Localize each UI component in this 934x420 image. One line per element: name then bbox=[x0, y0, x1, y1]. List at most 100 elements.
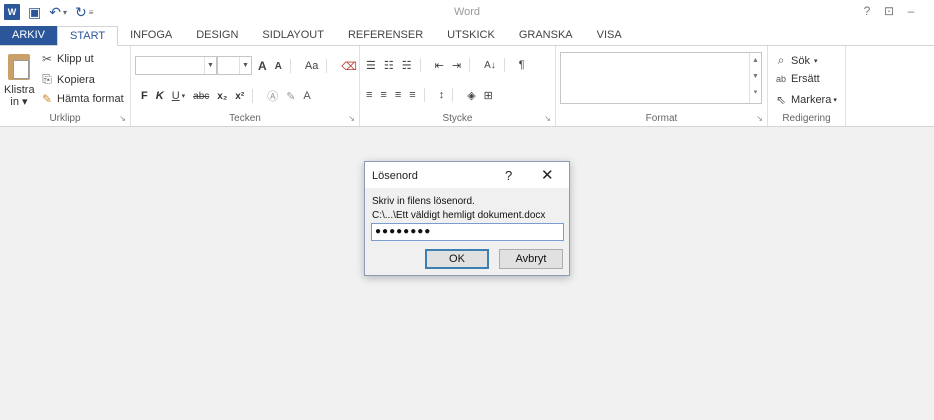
copy-button[interactable]: ⎘ Kopiera bbox=[40, 72, 95, 87]
replace-button[interactable]: ab Ersätt bbox=[774, 73, 820, 85]
scissors-icon: ✂ bbox=[41, 52, 53, 66]
chevron-down-icon: ▾ bbox=[813, 57, 818, 65]
bullets-icon[interactable]: ☰ bbox=[366, 59, 376, 72]
text-effects-icon[interactable]: Ⓐ bbox=[267, 88, 278, 104]
font-color-icon[interactable]: A bbox=[303, 90, 310, 102]
divider bbox=[423, 88, 425, 102]
styles-gallery[interactable]: ▲ ▼ ▾ bbox=[560, 52, 762, 104]
chevron-down-icon[interactable]: ▼ bbox=[750, 69, 761, 85]
strikethrough-button[interactable]: abc bbox=[193, 91, 209, 102]
paragraph-row-1: ☰ ☷ ☵ ⇤ ⇥ A↓ ¶ bbox=[366, 58, 533, 72]
paste-icon[interactable] bbox=[8, 54, 30, 80]
tab-utskick[interactable]: UTSKICK bbox=[435, 26, 507, 45]
cursor-icon: ⇖ bbox=[775, 93, 787, 107]
tab-design[interactable]: DESIGN bbox=[184, 26, 250, 45]
select-button[interactable]: ⇖ Markera ▾ bbox=[774, 93, 837, 107]
tab-infoga[interactable]: INFOGA bbox=[118, 26, 184, 45]
brush-icon: ✎ bbox=[41, 92, 53, 106]
chevron-down-icon[interactable]: ▾ bbox=[182, 92, 186, 100]
increase-indent-icon[interactable]: ⇥ bbox=[452, 59, 461, 72]
replace-label: Ersätt bbox=[791, 73, 820, 85]
chevron-down-icon[interactable]: ▼ bbox=[204, 57, 216, 74]
ribbon-tabs: ARKIV START INFOGA DESIGN SIDLAYOUT REFE… bbox=[0, 26, 934, 46]
sort-button[interactable]: A↓ bbox=[484, 60, 496, 71]
shading-icon[interactable]: ◈ bbox=[467, 89, 475, 102]
highlight-icon[interactable]: ✎ bbox=[286, 90, 295, 103]
paragraph-group: ☰ ☷ ☵ ⇤ ⇥ A↓ ¶ ≡ ≡ ≡ ≡ ↕ ◈ ⊞ Stycke ↘ bbox=[360, 46, 556, 126]
shrink-font-button[interactable]: A bbox=[275, 61, 282, 72]
password-dialog: Lösenord ? ✕ Skriv in filens lösenord. C… bbox=[364, 161, 570, 276]
file-path: C:\...\Ett väldigt hemligt dokument.docx bbox=[372, 210, 546, 221]
decrease-indent-icon[interactable]: ⇤ bbox=[435, 59, 444, 72]
subscript-button[interactable]: x₂ bbox=[217, 91, 227, 102]
close-icon[interactable]: ✕ bbox=[541, 166, 554, 184]
font-size-tools: A A Aa ⌫ bbox=[258, 59, 365, 73]
clear-formatting-icon[interactable]: ⌫ bbox=[341, 60, 357, 73]
paste-button[interactable]: Klistra in ▾ bbox=[4, 84, 35, 108]
superscript-button[interactable]: x² bbox=[235, 91, 244, 102]
help-icon[interactable]: ? bbox=[505, 168, 512, 183]
line-spacing-icon[interactable]: ↕ bbox=[439, 89, 445, 101]
divider bbox=[252, 89, 254, 103]
multilevel-list-icon[interactable]: ☵ bbox=[402, 59, 412, 72]
font-group-label: Tecken bbox=[229, 113, 261, 124]
chevron-down-icon[interactable]: ▼ bbox=[239, 57, 251, 74]
change-case-button[interactable]: Aa bbox=[305, 60, 318, 72]
help-icon[interactable]: ? bbox=[856, 4, 878, 18]
font-group: ▼ ▼ A A Aa ⌫ F K U ▾ abc x₂ x² Ⓐ ✎ A Tec… bbox=[131, 46, 360, 126]
styles-scrollbar[interactable]: ▲ ▼ ▾ bbox=[749, 53, 761, 103]
align-center-icon[interactable]: ≡ bbox=[380, 89, 386, 101]
find-label: Sök bbox=[791, 54, 810, 67]
find-button[interactable]: ⌕ Sök ▾ bbox=[774, 53, 818, 68]
password-field[interactable]: ●●●●●●●● bbox=[371, 223, 564, 241]
window-controls: ? ⊡ – bbox=[856, 4, 922, 18]
replace-icon: ab bbox=[775, 74, 786, 84]
copy-label: Kopiera bbox=[57, 73, 95, 86]
cut-button[interactable]: ✂ Klipp ut bbox=[40, 52, 94, 66]
tab-arkiv[interactable]: ARKIV bbox=[0, 26, 58, 45]
tab-visa[interactable]: VISA bbox=[585, 26, 634, 45]
paragraph-group-label: Stycke bbox=[442, 113, 473, 124]
borders-icon[interactable]: ⊞ bbox=[484, 89, 493, 102]
dialog-prompt: Skriv in filens lösenord. bbox=[372, 196, 475, 207]
ok-button[interactable]: OK bbox=[425, 249, 489, 269]
chevron-up-icon[interactable]: ▲ bbox=[750, 53, 761, 69]
italic-button[interactable]: K bbox=[156, 90, 164, 102]
align-left-icon[interactable]: ≡ bbox=[366, 89, 372, 101]
format-painter-button[interactable]: ✎ Hämta format bbox=[40, 92, 124, 106]
title-bar: W ▣ ↶ ▾ ↻ ≡ Word ? ⊡ – bbox=[0, 0, 934, 26]
font-size-combo[interactable]: ▼ bbox=[217, 56, 252, 75]
numbering-icon[interactable]: ☷ bbox=[384, 59, 394, 72]
ribbon-display-options-icon[interactable]: ⊡ bbox=[878, 4, 900, 18]
align-right-icon[interactable]: ≡ bbox=[395, 89, 401, 101]
font-launcher-icon[interactable]: ↘ bbox=[348, 114, 355, 123]
paragraph-launcher-icon[interactable]: ↘ bbox=[544, 114, 551, 123]
cancel-button[interactable]: Avbryt bbox=[499, 249, 563, 269]
tab-start[interactable]: START bbox=[57, 26, 119, 46]
tab-referenser[interactable]: REFERENSER bbox=[336, 26, 435, 45]
font-name-combo[interactable]: ▼ bbox=[135, 56, 217, 75]
minimize-icon[interactable]: – bbox=[900, 4, 922, 18]
divider bbox=[503, 58, 505, 72]
clipboard-launcher-icon[interactable]: ↘ bbox=[119, 114, 126, 123]
font-format-row: F K U ▾ abc x₂ x² Ⓐ ✎ A bbox=[141, 88, 319, 104]
styles-launcher-icon[interactable]: ↘ bbox=[756, 114, 763, 123]
tab-granska[interactable]: GRANSKA bbox=[507, 26, 585, 45]
copy-icon: ⎘ bbox=[42, 72, 52, 86]
dialog-title: Lösenord bbox=[372, 170, 418, 182]
ribbon: Klistra in ▾ ✂ Klipp ut ⎘ Kopiera ✎ Hämt… bbox=[0, 45, 934, 127]
underline-button[interactable]: U bbox=[172, 90, 180, 102]
divider bbox=[452, 88, 454, 102]
justify-icon[interactable]: ≡ bbox=[409, 89, 415, 101]
more-icon[interactable]: ▾ bbox=[750, 85, 761, 101]
show-formatting-button[interactable]: ¶ bbox=[519, 59, 525, 71]
chevron-down-icon: ▾ bbox=[833, 97, 837, 104]
format-painter-label: Hämta format bbox=[57, 93, 124, 105]
styles-group-label: Format bbox=[645, 113, 678, 124]
binoculars-icon: ⌕ bbox=[777, 53, 785, 67]
editing-group-label: Redigering bbox=[782, 113, 831, 124]
divider bbox=[289, 59, 291, 73]
tab-sidlayout[interactable]: SIDLAYOUT bbox=[250, 26, 336, 45]
bold-button[interactable]: F bbox=[141, 90, 148, 102]
grow-font-button[interactable]: A bbox=[258, 59, 267, 73]
